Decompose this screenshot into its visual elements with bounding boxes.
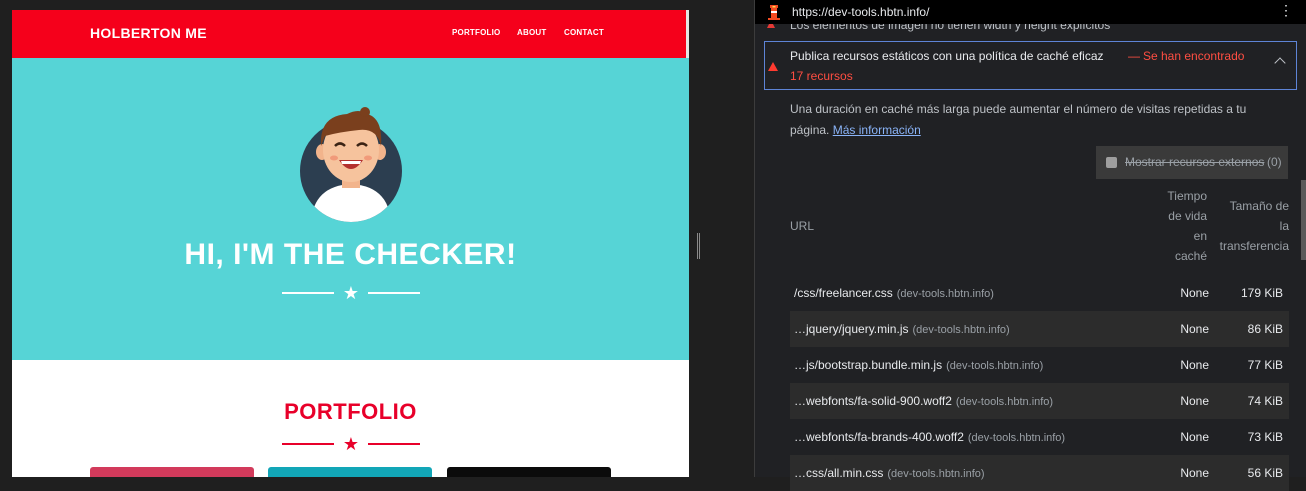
column-header-cache-ttl: Tiempo de vida en caché <box>1155 186 1207 266</box>
resource-url: …webfonts/fa-solid-900.woff2 (dev-tools.h… <box>794 394 1054 408</box>
lighthouse-icon <box>768 5 780 20</box>
hero-section: HI, I'M THE CHECKER! ★ <box>12 58 689 360</box>
transfer-size: 179 KiB <box>1240 286 1283 300</box>
header-line: Tiempo <box>1167 189 1207 203</box>
resource-url: /css/freelancer.css (dev-tools.hbtn.info) <box>794 286 994 300</box>
transfer-size: 86 KiB <box>1247 322 1283 336</box>
portfolio-card[interactable] <box>447 467 611 477</box>
cache-ttl: None <box>1180 466 1209 480</box>
external-resources-label: Mostrar recursos externos <box>1125 155 1265 169</box>
transfer-size: 56 KiB <box>1247 466 1283 480</box>
column-header-transfer-size: Tamaño de la transferencia <box>1218 196 1289 256</box>
brand-link[interactable]: HOLBERTON ME <box>90 25 207 41</box>
table-row[interactable]: …webfonts/fa-brands-400.woff2 (dev-tools.… <box>790 419 1289 455</box>
more-options-icon[interactable]: ⋮ <box>1279 3 1293 17</box>
column-header-url: URL <box>790 219 815 233</box>
navbar: HOLBERTON ME PORTFOLIO ABOUT CONTACT <box>12 10 689 58</box>
report-url-bar: https://dev-tools.hbtn.info/ ⋮ <box>755 0 1306 24</box>
external-resources-count: (0) <box>1267 155 1282 169</box>
resource-url: …js/bootstrap.bundle.min.js (dev-tools.hb… <box>794 358 1044 372</box>
external-resources-toggle[interactable]: Mostrar recursos externos (0) <box>1096 146 1288 179</box>
audit-separator: — <box>1128 49 1140 63</box>
resource-host: (dev-tools.hbtn.info) <box>896 288 994 300</box>
resource-host: (dev-tools.hbtn.info) <box>946 360 1044 372</box>
divider-line <box>368 292 420 294</box>
cache-ttl: None <box>1180 286 1209 300</box>
transfer-size: 74 KiB <box>1247 394 1283 408</box>
resize-handle[interactable] <box>697 233 700 259</box>
star-icon: ★ <box>342 434 360 454</box>
header-line: Tamaño de <box>1229 199 1289 213</box>
site-preview: HOLBERTON ME PORTFOLIO ABOUT CONTACT HI,… <box>0 0 708 477</box>
audit-header[interactable]: Publica recursos estáticos con una polít… <box>764 41 1297 90</box>
cache-ttl: None <box>1180 322 1209 336</box>
divider-line <box>282 443 334 445</box>
cache-ttl: None <box>1180 430 1209 444</box>
header-line: en <box>1193 229 1207 243</box>
portfolio-card[interactable] <box>90 467 254 477</box>
star-icon: ★ <box>342 283 360 303</box>
transfer-size: 73 KiB <box>1247 430 1283 444</box>
previous-audit-title: Los elementos de imagen no tienen width … <box>790 24 1111 32</box>
hero-divider: ★ <box>282 283 420 303</box>
previous-audit-row[interactable]: Los elementos de imagen no tienen width … <box>755 24 1306 38</box>
audit-display-value-count: 17 recursos <box>790 69 853 83</box>
resource-host: (dev-tools.hbtn.info) <box>887 468 985 480</box>
header-line: transferencia <box>1219 239 1289 253</box>
divider-line <box>282 292 334 294</box>
divider-line <box>368 443 420 445</box>
portfolio-heading: PORTFOLIO <box>284 399 417 424</box>
report-url[interactable]: https://dev-tools.hbtn.info/ <box>792 5 929 19</box>
learn-more-link[interactable]: Más información <box>833 123 921 137</box>
lighthouse-panel: https://dev-tools.hbtn.info/ ⋮ Los eleme… <box>754 0 1306 491</box>
cache-ttl: None <box>1180 358 1209 372</box>
audit-description: Una duración en caché más larga puede au… <box>790 99 1270 141</box>
portfolio-card[interactable] <box>268 467 432 477</box>
table-row[interactable]: …js/bootstrap.bundle.min.js (dev-tools.hb… <box>790 347 1289 383</box>
nav-portfolio[interactable]: PORTFOLIO <box>452 28 500 37</box>
header-line: caché <box>1174 249 1207 263</box>
table-row[interactable]: …webfonts/fa-solid-900.woff2 (dev-tools.h… <box>790 383 1289 419</box>
chevron-up-icon[interactable] <box>1274 57 1286 69</box>
hero-title: HI, I'M THE CHECKER! <box>184 238 517 271</box>
resource-url: …jquery/jquery.min.js (dev-tools.hbtn.inf… <box>794 322 1010 336</box>
cache-ttl: None <box>1180 394 1209 408</box>
resource-host: (dev-tools.hbtn.info) <box>967 432 1066 444</box>
portfolio-divider: ★ <box>282 434 420 454</box>
nav-contact[interactable]: CONTACT <box>564 28 604 37</box>
table-row[interactable]: …jquery/jquery.min.js (dev-tools.hbtn.inf… <box>790 311 1289 347</box>
resource-host: (dev-tools.hbtn.info) <box>955 396 1054 408</box>
nav-about[interactable]: ABOUT <box>517 28 546 37</box>
avatar-image <box>300 107 402 222</box>
fail-triangle-icon <box>767 24 775 28</box>
fail-triangle-icon <box>768 62 778 71</box>
resource-host: (dev-tools.hbtn.info) <box>912 324 1010 336</box>
table-row[interactable]: …css/all.min.css (dev-tools.hbtn.info) No… <box>790 455 1289 491</box>
resource-url: …css/all.min.css (dev-tools.hbtn.info) <box>794 466 985 480</box>
audit-title: Publica recursos estáticos con una polít… <box>790 49 1104 63</box>
panel-scrollbar[interactable] <box>1301 180 1306 260</box>
transfer-size: 77 KiB <box>1247 358 1283 372</box>
header-line: de vida <box>1168 209 1207 223</box>
page-viewport: HOLBERTON ME PORTFOLIO ABOUT CONTACT HI,… <box>12 10 689 477</box>
header-line: la <box>1279 219 1289 233</box>
audit-display-value: Se han encontrado <box>1143 49 1245 63</box>
checkbox[interactable] <box>1106 157 1117 168</box>
resource-url: …webfonts/fa-brands-400.woff2 (dev-tools.… <box>794 430 1066 444</box>
table-row[interactable]: /css/freelancer.css (dev-tools.hbtn.info)… <box>790 275 1289 311</box>
